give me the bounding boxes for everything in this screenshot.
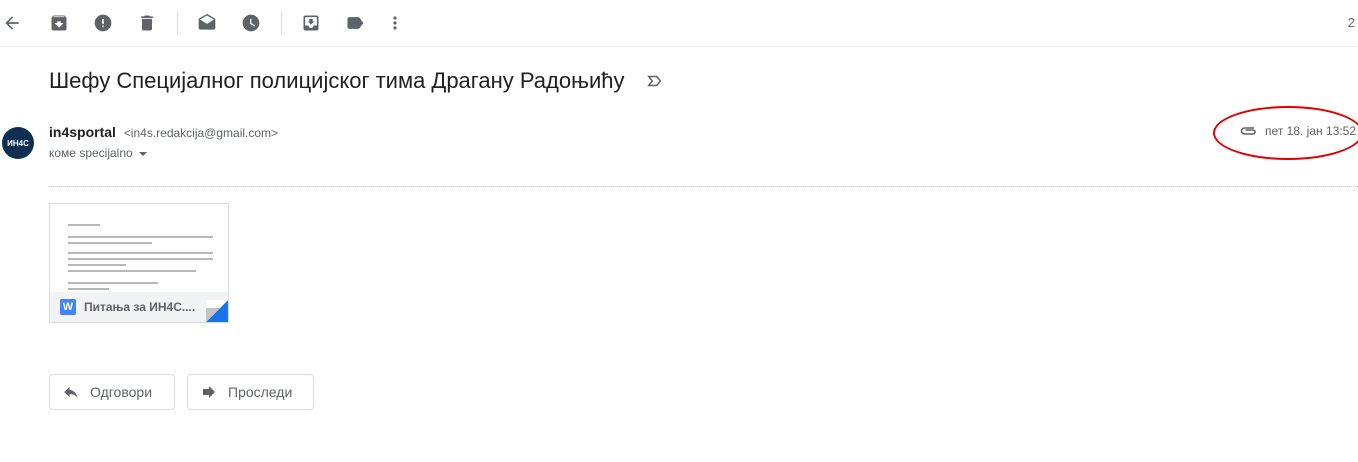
- forward-label: Проследи: [228, 384, 293, 400]
- report-spam-icon[interactable]: [91, 11, 115, 35]
- pager-count: 2: [1347, 15, 1355, 30]
- sender-email: <in4s.redakcija@gmail.com>: [123, 126, 279, 140]
- attachment-name: Питања за ИН4С....: [84, 300, 196, 314]
- attachment-card[interactable]: W Питања за ИН4С....: [49, 203, 229, 323]
- attachment-footer: W Питања за ИН4С....: [50, 292, 228, 322]
- document-preview: [68, 224, 213, 294]
- move-to-icon[interactable]: [299, 11, 323, 35]
- sender-name[interactable]: in4sportal: [49, 124, 116, 140]
- page-corner-fold-icon: [206, 300, 228, 322]
- reply-button[interactable]: Одговори: [49, 374, 175, 410]
- important-marker-icon[interactable]: [646, 72, 666, 92]
- label-icon[interactable]: [343, 11, 367, 35]
- chevron-down-icon[interactable]: [138, 151, 147, 156]
- toolbar: 2: [0, 0, 1358, 47]
- recipient-line[interactable]: коме specijalno: [49, 146, 147, 160]
- sender-line: in4sportal <in4s.redakcija@gmail.com>: [49, 124, 278, 140]
- back-arrow-icon[interactable]: [0, 11, 24, 35]
- more-vert-icon[interactable]: [383, 11, 407, 35]
- header-divider: [49, 186, 1358, 187]
- reply-icon: [64, 386, 78, 398]
- mark-unread-icon[interactable]: [195, 11, 219, 35]
- email-subject: Шефу Специјалног полицијског тима Драган…: [49, 68, 625, 93]
- highlight-ellipse: [1213, 106, 1358, 160]
- word-doc-icon: W: [60, 299, 76, 315]
- reply-label: Одговори: [90, 384, 153, 400]
- sender-avatar: ИН4С: [2, 127, 34, 159]
- toolbar-separator: [177, 12, 178, 34]
- snooze-icon[interactable]: [239, 11, 263, 35]
- archive-icon[interactable]: [47, 11, 71, 35]
- forward-button[interactable]: Проследи: [187, 374, 314, 410]
- recipient-text: коме specijalno: [49, 146, 133, 160]
- toolbar-separator: [281, 12, 282, 34]
- delete-icon[interactable]: [135, 11, 159, 35]
- forward-icon: [203, 386, 215, 398]
